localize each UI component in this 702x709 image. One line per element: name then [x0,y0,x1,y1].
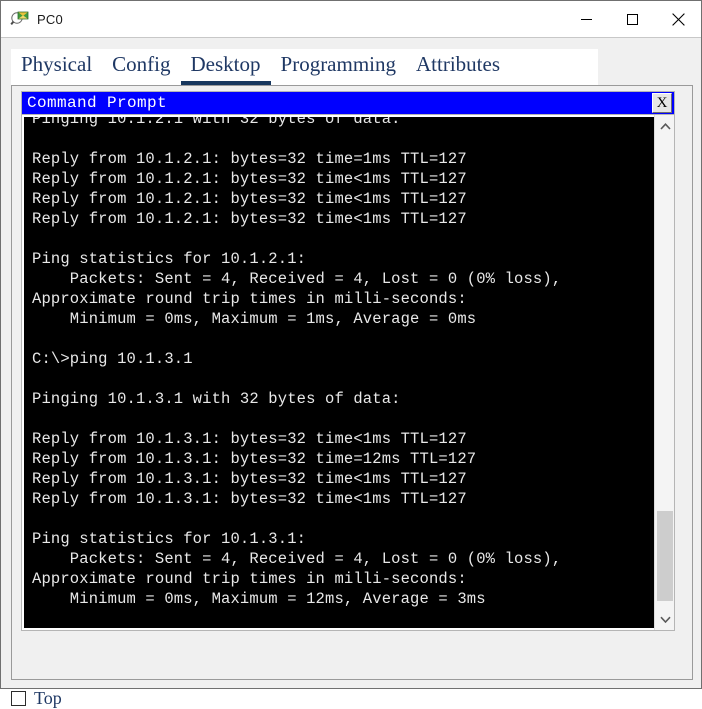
pc0-window: PC0 Physical Config Desktop Programming [0,0,702,708]
terminal-line: Reply from 10.1.2.1: bytes=32 time<1ms T… [32,190,467,208]
window-title: PC0 [37,11,63,27]
terminal-line: Minimum = 0ms, Maximum = 1ms, Average = … [32,310,477,328]
tab-programming[interactable]: Programming [271,49,407,85]
top-checkbox[interactable] [11,691,26,706]
terminal-line: Reply from 10.1.3.1: bytes=32 time<1ms T… [32,490,467,508]
terminal-line: Reply from 10.1.3.1: bytes=32 time=12ms … [32,450,477,468]
terminal-line: Packets: Sent = 4, Received = 4, Lost = … [32,550,562,568]
terminal-line: Ping statistics for 10.1.3.1: [32,530,307,548]
terminal-line: Minimum = 0ms, Maximum = 12ms, Average =… [32,590,486,608]
device-tabs: Physical Config Desktop Programming Attr… [11,49,598,85]
terminal-line: C:\>ping 10.1.3.1 [32,350,193,368]
tab-desktop[interactable]: Desktop [180,49,271,85]
scrollbar-thumb[interactable] [657,511,673,601]
command-prompt-close-button[interactable]: X [652,93,672,113]
tab-attributes[interactable]: Attributes [406,49,510,85]
terminal-line: Reply from 10.1.2.1: bytes=32 time=1ms T… [32,150,467,168]
terminal-output[interactable]: Pinging 10.1.2.1 with 32 bytes of data: R… [24,117,654,628]
maximize-icon[interactable] [609,1,655,37]
tab-config[interactable]: Config [102,49,180,85]
terminal-line: Pinging 10.1.3.1 with 32 bytes of data: [32,390,401,408]
command-prompt-titlebar[interactable]: Command Prompt X [21,91,675,115]
top-checkbox-row[interactable]: Top [11,688,62,709]
command-prompt-window: Command Prompt X Pinging 10.1.2.1 with 3… [21,91,675,633]
command-prompt-title: Command Prompt [27,94,168,112]
tab-physical[interactable]: Physical [11,49,102,85]
terminal-line: Approximate round trip times in milli-se… [32,290,467,308]
terminal-line: Pinging 10.1.2.1 with 32 bytes of data: [32,117,401,128]
minimize-icon[interactable] [563,1,609,37]
terminal-line: Ping statistics for 10.1.2.1: [32,250,307,268]
packet-tracer-device-icon [10,9,30,29]
terminal-line: Reply from 10.1.2.1: bytes=32 time<1ms T… [32,170,467,188]
desktop-panel: Command Prompt X Pinging 10.1.2.1 with 3… [11,85,693,680]
chevron-up-icon[interactable] [655,117,675,135]
terminal-line: Reply from 10.1.2.1: bytes=32 time<1ms T… [32,210,467,228]
terminal-scrollbar[interactable] [654,115,674,630]
terminal-line: Approximate round trip times in milli-se… [32,570,467,588]
window-titlebar[interactable]: PC0 [1,1,701,37]
close-icon[interactable] [655,1,701,37]
terminal-line: Reply from 10.1.3.1: bytes=32 time<1ms T… [32,470,467,488]
window-controls [563,1,701,37]
terminal-line: Reply from 10.1.3.1: bytes=32 time<1ms T… [32,430,467,448]
window-client-area: Physical Config Desktop Programming Attr… [1,37,701,708]
chevron-down-icon[interactable] [655,610,675,628]
command-prompt-body: Pinging 10.1.2.1 with 32 bytes of data: R… [21,115,675,631]
top-checkbox-label: Top [34,688,62,708]
terminal-line: Packets: Sent = 4, Received = 4, Lost = … [32,270,562,288]
